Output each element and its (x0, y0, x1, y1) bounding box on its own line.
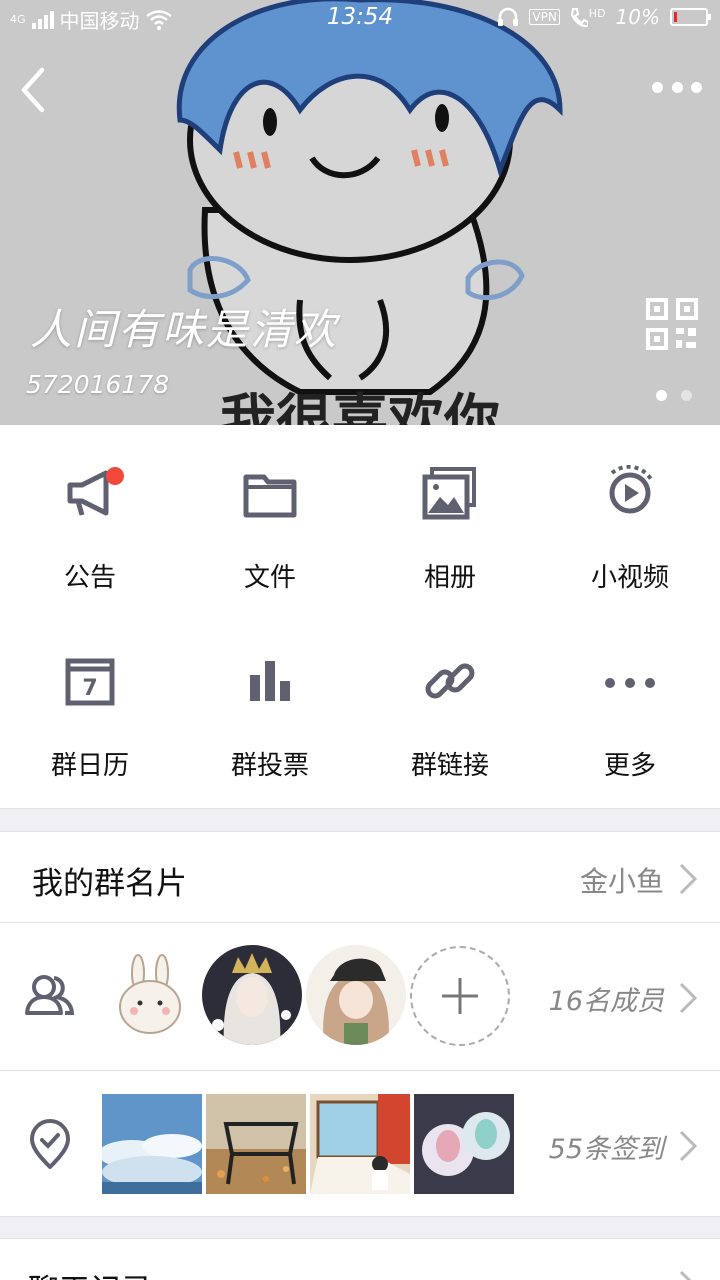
feature-grid: 公告 文件 相册 小视频 7 群日历 群投票 群链接 更多 (0, 425, 720, 809)
call-hd-icon (570, 8, 588, 27)
signin-photo[interactable] (414, 1094, 514, 1194)
more-options-button[interactable] (652, 70, 702, 104)
bunny-avatar-image (100, 945, 200, 1045)
carousel-dot (656, 390, 667, 401)
feature-video[interactable]: 小视频 (540, 425, 720, 617)
more-dots-icon (605, 678, 655, 688)
qr-code-button[interactable] (646, 298, 698, 350)
member-avatar[interactable] (202, 945, 302, 1045)
video-play-icon (609, 465, 654, 514)
feature-album[interactable]: 相册 (360, 425, 540, 617)
calendar-day: 7 (82, 676, 97, 701)
vpn-indicator: VPN (529, 9, 560, 25)
group-name: 人间有味是清欢 (30, 305, 339, 354)
battery-percent: 10% (615, 5, 660, 29)
dot (652, 81, 663, 93)
photo-album-icon (422, 467, 476, 520)
notice-badge (106, 467, 124, 485)
battery-icon (670, 8, 711, 26)
carousel-indicator (656, 390, 692, 401)
feature-files[interactable]: 文件 (180, 425, 360, 617)
queen-avatar-image (202, 945, 302, 1045)
qr-code-icon (646, 298, 698, 350)
dot (671, 81, 683, 93)
feature-label: 群投票 (230, 751, 309, 781)
member-avatar[interactable] (306, 945, 406, 1045)
chevron-right-icon (679, 1130, 698, 1162)
feature-link[interactable]: 群链接 (360, 617, 540, 809)
feature-label: 公告 (63, 563, 116, 593)
signin-row[interactable]: 55条签到 (0, 1071, 720, 1217)
feature-calendar[interactable]: 7 群日历 (0, 617, 180, 809)
feature-label: 群日历 (50, 751, 129, 781)
folder-icon (243, 474, 297, 518)
badges-photo (414, 1094, 514, 1194)
girl-avatar-image (306, 945, 406, 1045)
add-member-button[interactable] (410, 946, 510, 1046)
group-id: 572016178 (26, 370, 170, 399)
feature-label: 相册 (423, 563, 476, 593)
member-avatar[interactable] (100, 945, 200, 1045)
headset-icon (498, 7, 519, 26)
chat-history-row[interactable]: 聊天记录 (0, 1238, 720, 1280)
calendar-icon: 7 (65, 658, 115, 706)
cover-image: 我很喜欢你 (0, 0, 720, 425)
bar-chart-icon (250, 661, 290, 701)
carousel-dot (681, 390, 692, 401)
plus-icon (442, 978, 478, 1014)
sky-photo (102, 1094, 202, 1194)
row-title: 我的群名片 (32, 866, 187, 902)
cover-caption: 我很喜欢你 (220, 389, 500, 425)
feature-label: 文件 (243, 563, 296, 593)
signin-photo[interactable] (206, 1094, 306, 1194)
hd-label: HD (588, 7, 606, 20)
feature-more[interactable]: 更多 (540, 617, 720, 809)
group-cover: 我很喜欢你 4G 中国移动 13:54 VPN HD 10% 人间有味是清欢 5… (0, 0, 720, 425)
member-count: 16名成员 (548, 986, 664, 1017)
feature-label: 小视频 (590, 563, 669, 593)
location-check-icon (30, 1119, 70, 1169)
members-row[interactable]: 16名成员 (0, 923, 720, 1071)
status-bar: 4G 中国移动 13:54 VPN HD 10% (0, 0, 720, 36)
chevron-right-icon (679, 982, 698, 1014)
row-title: 聊天记录 (28, 1265, 152, 1280)
chevron-left-icon (21, 67, 45, 113)
back-button[interactable] (14, 64, 58, 116)
group-nickname: 金小鱼 (579, 865, 664, 898)
feature-label: 更多 (603, 751, 656, 781)
feature-notice[interactable]: 公告 (0, 425, 180, 617)
feature-vote[interactable]: 群投票 (180, 617, 360, 809)
signin-photo[interactable] (310, 1094, 410, 1194)
signin-photo[interactable] (102, 1094, 202, 1194)
chevron-right-icon (679, 863, 698, 895)
my-group-card-row[interactable]: 我的群名片 金小鱼 (0, 831, 720, 923)
window-girl-photo (310, 1094, 410, 1194)
feature-label: 群链接 (410, 751, 489, 781)
dot (691, 81, 702, 93)
link-icon (425, 663, 475, 699)
chevron-right-icon (679, 1270, 692, 1280)
signin-count: 55条签到 (548, 1134, 664, 1165)
bench-photo (206, 1094, 306, 1194)
members-icon (25, 975, 75, 1015)
